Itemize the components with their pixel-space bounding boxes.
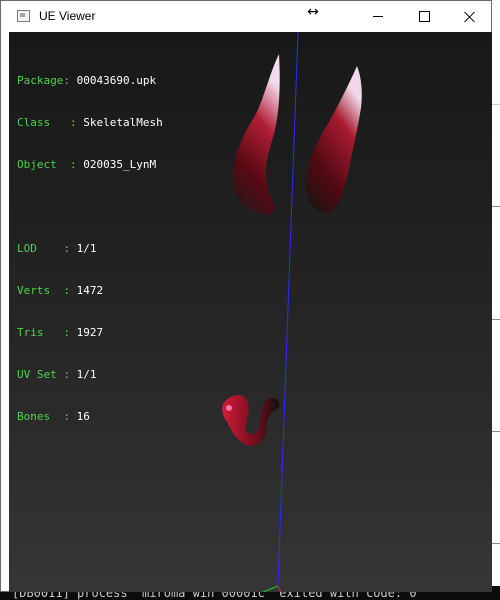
info-value: 1472 — [76, 284, 104, 297]
mesh-info-overlay: Package: 00043690.upk Class : SkeletalMe… — [17, 46, 163, 452]
app-icon — [17, 10, 30, 22]
minimize-icon — [373, 16, 383, 17]
background-panel — [492, 104, 500, 135]
background-window-edge — [492, 0, 500, 586]
info-package-row: Package: 00043690.upk — [17, 74, 157, 87]
resize-cursor-icon: ↔ — [307, 4, 319, 20]
info-value: 16 — [76, 410, 90, 423]
axis-up-line — [277, 32, 299, 587]
minimize-button[interactable] — [355, 1, 401, 32]
info-value: 00043690.upk — [76, 74, 157, 87]
info-tris-row: Tris : 1927 — [17, 326, 104, 339]
close-icon — [464, 11, 476, 23]
info-label: Tris — [17, 326, 44, 339]
info-verts-row: Verts : 1472 — [17, 284, 104, 297]
tail-tip-highlight — [226, 405, 232, 411]
axis-y-line — [277, 585, 282, 592]
info-lod-row: LOD : 1/1 — [17, 242, 97, 255]
axis-x-line — [261, 585, 279, 592]
info-class-row: Class : SkeletalMesh — [17, 116, 163, 129]
info-bones-row: Bones : 16 — [17, 410, 90, 423]
info-value: 1927 — [76, 326, 104, 339]
info-object-row: Object : 020035_LynM — [17, 158, 157, 171]
info-label: Verts — [17, 284, 51, 297]
info-label: Class — [17, 116, 51, 129]
title-bar[interactable]: UE Viewer ↔ — [1, 1, 491, 32]
info-label: LOD — [17, 242, 37, 255]
window-title: UE Viewer — [39, 9, 96, 23]
right-horn-mesh — [306, 66, 362, 214]
left-horn-mesh — [233, 54, 280, 215]
maximize-button[interactable] — [401, 1, 447, 32]
tail-mesh — [222, 395, 280, 446]
info-value: SkeletalMesh — [83, 116, 163, 129]
info-label: Object — [17, 158, 57, 171]
info-value: 1/1 — [76, 368, 97, 381]
ue-viewer-window: UE Viewer ↔ Package: 00043690.upk Class … — [0, 0, 492, 592]
info-value: 1/1 — [76, 242, 97, 255]
info-value: 020035_LynM — [83, 158, 157, 171]
info-label: Package — [17, 74, 64, 87]
info-label: Bones — [17, 410, 51, 423]
close-button[interactable] — [447, 1, 493, 32]
info-label: UV Set — [17, 368, 57, 381]
info-uvset-row: UV Set : 1/1 — [17, 368, 97, 381]
maximize-icon — [418, 11, 430, 22]
3d-viewport[interactable]: Package: 00043690.upk Class : SkeletalMe… — [9, 32, 492, 592]
